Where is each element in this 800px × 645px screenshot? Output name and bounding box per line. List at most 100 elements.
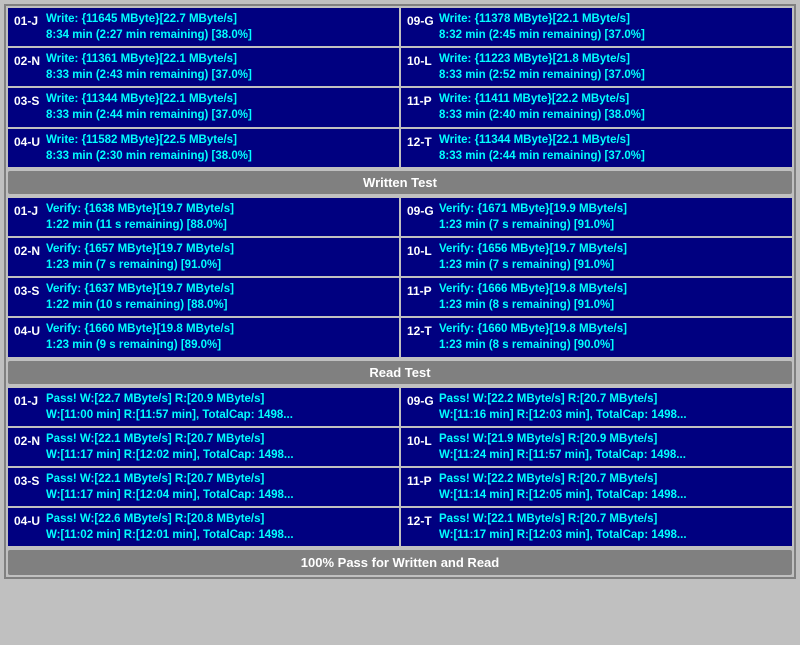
read-test-section: 01-J Pass! W:[22.7 MByte/s] R:[20.9 MByt… xyxy=(8,388,792,547)
read-content-09g: Pass! W:[22.2 MByte/s] R:[20.7 MByte/s] … xyxy=(439,391,786,423)
read-right-col-4: 12-T Pass! W:[22.1 MByte/s] R:[20.7 MByt… xyxy=(401,508,792,546)
verify-test-section: 01-J Verify: {1638 MByte}[19.7 MByte/s] … xyxy=(8,198,792,357)
written-test-header: Written Test xyxy=(8,171,792,194)
read-cell-03s: 03-S Pass! W:[22.1 MByte/s] R:[20.7 MByt… xyxy=(8,468,399,506)
read-cell-09g: 09-G Pass! W:[22.2 MByte/s] R:[20.7 MByt… xyxy=(401,388,792,426)
verify-content-09g: Verify: {1671 MByte}[19.9 MByte/s] 1:23 … xyxy=(439,201,786,233)
cell-content-01j: Write: {11645 MByte}[22.7 MByte/s] 8:34 … xyxy=(46,11,393,43)
write-left-col-2: 02-N Write: {11361 MByte}[22.1 MByte/s] … xyxy=(8,48,399,86)
verify-content-12t: Verify: {1660 MByte}[19.8 MByte/s] 1:23 … xyxy=(439,321,786,353)
read-content-03s: Pass! W:[22.1 MByte/s] R:[20.7 MByte/s] … xyxy=(46,471,393,503)
write-right-col-3: 11-P Write: {11411 MByte}[22.2 MByte/s] … xyxy=(401,88,792,126)
write-test-grid: 01-J Write: {11645 MByte}[22.7 MByte/s] … xyxy=(8,8,792,167)
write-left-col-4: 04-U Write: {11582 MByte}[22.5 MByte/s] … xyxy=(8,129,399,167)
read-id-09g: 09-G xyxy=(407,391,439,410)
cell-id-12t: 12-T xyxy=(407,132,439,151)
verify-cell-10l: 10-L Verify: {1656 MByte}[19.7 MByte/s] … xyxy=(401,238,792,276)
write-cell-02n: 02-N Write: {11361 MByte}[22.1 MByte/s] … xyxy=(8,48,399,86)
cell-content-03s: Write: {11344 MByte}[22.1 MByte/s] 8:33 … xyxy=(46,91,393,123)
verify-id-02n: 02-N xyxy=(14,241,46,260)
verify-cell-09g: 09-G Verify: {1671 MByte}[19.9 MByte/s] … xyxy=(401,198,792,236)
read-content-04u: Pass! W:[22.6 MByte/s] R:[20.8 MByte/s] … xyxy=(46,511,393,543)
read-left-col-1: 01-J Pass! W:[22.7 MByte/s] R:[20.9 MByt… xyxy=(8,388,399,426)
read-cell-01j: 01-J Pass! W:[22.7 MByte/s] R:[20.9 MByt… xyxy=(8,388,399,426)
verify-left-col-1: 01-J Verify: {1638 MByte}[19.7 MByte/s] … xyxy=(8,198,399,236)
write-right-col: 09-G Write: {11378 MByte}[22.1 MByte/s] … xyxy=(401,8,792,46)
read-id-01j: 01-J xyxy=(14,391,46,410)
verify-cell-01j: 01-J Verify: {1638 MByte}[19.7 MByte/s] … xyxy=(8,198,399,236)
verify-cell-11p: 11-P Verify: {1666 MByte}[19.8 MByte/s] … xyxy=(401,278,792,316)
cell-id-02n: 02-N xyxy=(14,51,46,70)
cell-content-11p: Write: {11411 MByte}[22.2 MByte/s] 8:33 … xyxy=(439,91,786,123)
outer-border: 01-J Write: {11645 MByte}[22.7 MByte/s] … xyxy=(4,4,796,579)
read-id-11p: 11-P xyxy=(407,471,439,490)
verify-right-col-4: 12-T Verify: {1660 MByte}[19.8 MByte/s] … xyxy=(401,318,792,356)
write-cell-01j: 01-J Write: {11645 MByte}[22.7 MByte/s] … xyxy=(8,8,399,46)
read-cell-11p: 11-P Pass! W:[22.2 MByte/s] R:[20.7 MByt… xyxy=(401,468,792,506)
read-left-col-2: 02-N Pass! W:[22.1 MByte/s] R:[20.7 MByt… xyxy=(8,428,399,466)
read-cell-10l: 10-L Pass! W:[21.9 MByte/s] R:[20.9 MByt… xyxy=(401,428,792,466)
verify-content-10l: Verify: {1656 MByte}[19.7 MByte/s] 1:23 … xyxy=(439,241,786,273)
verify-id-03s: 03-S xyxy=(14,281,46,300)
write-cell-12t: 12-T Write: {11344 MByte}[22.1 MByte/s] … xyxy=(401,129,792,167)
verify-content-04u: Verify: {1660 MByte}[19.8 MByte/s] 1:23 … xyxy=(46,321,393,353)
footer-bar: 100% Pass for Written and Read xyxy=(8,550,792,575)
read-content-10l: Pass! W:[21.9 MByte/s] R:[20.9 MByte/s] … xyxy=(439,431,786,463)
verify-id-11p: 11-P xyxy=(407,281,439,300)
verify-cell-04u: 04-U Verify: {1660 MByte}[19.8 MByte/s] … xyxy=(8,318,399,356)
verify-cell-12t: 12-T Verify: {1660 MByte}[19.8 MByte/s] … xyxy=(401,318,792,356)
read-right-col-3: 11-P Pass! W:[22.2 MByte/s] R:[20.7 MByt… xyxy=(401,468,792,506)
read-id-12t: 12-T xyxy=(407,511,439,530)
verify-right-col-3: 11-P Verify: {1666 MByte}[19.8 MByte/s] … xyxy=(401,278,792,316)
read-right-col-1: 09-G Pass! W:[22.2 MByte/s] R:[20.7 MByt… xyxy=(401,388,792,426)
read-cell-02n: 02-N Pass! W:[22.1 MByte/s] R:[20.7 MByt… xyxy=(8,428,399,466)
verify-id-01j: 01-J xyxy=(14,201,46,220)
cell-content-12t: Write: {11344 MByte}[22.1 MByte/s] 8:33 … xyxy=(439,132,786,164)
verify-content-11p: Verify: {1666 MByte}[19.8 MByte/s] 1:23 … xyxy=(439,281,786,313)
verify-cell-03s: 03-S Verify: {1637 MByte}[19.7 MByte/s] … xyxy=(8,278,399,316)
verify-id-10l: 10-L xyxy=(407,241,439,260)
read-cell-12t: 12-T Pass! W:[22.1 MByte/s] R:[20.7 MByt… xyxy=(401,508,792,546)
verify-cell-02n: 02-N Verify: {1657 MByte}[19.7 MByte/s] … xyxy=(8,238,399,276)
read-content-12t: Pass! W:[22.1 MByte/s] R:[20.7 MByte/s] … xyxy=(439,511,786,543)
read-content-01j: Pass! W:[22.7 MByte/s] R:[20.9 MByte/s] … xyxy=(46,391,393,423)
read-id-10l: 10-L xyxy=(407,431,439,450)
verify-right-col-1: 09-G Verify: {1671 MByte}[19.9 MByte/s] … xyxy=(401,198,792,236)
verify-left-col-4: 04-U Verify: {1660 MByte}[19.8 MByte/s] … xyxy=(8,318,399,356)
write-right-col-4: 12-T Write: {11344 MByte}[22.1 MByte/s] … xyxy=(401,129,792,167)
write-cell-09g: 09-G Write: {11378 MByte}[22.1 MByte/s] … xyxy=(401,8,792,46)
verify-left-col-3: 03-S Verify: {1637 MByte}[19.7 MByte/s] … xyxy=(8,278,399,316)
read-test-grid: 01-J Pass! W:[22.7 MByte/s] R:[20.9 MByt… xyxy=(8,388,792,547)
verify-content-03s: Verify: {1637 MByte}[19.7 MByte/s] 1:22 … xyxy=(46,281,393,313)
verify-id-09g: 09-G xyxy=(407,201,439,220)
verify-test-grid: 01-J Verify: {1638 MByte}[19.7 MByte/s] … xyxy=(8,198,792,357)
read-cell-04u: 04-U Pass! W:[22.6 MByte/s] R:[20.8 MByt… xyxy=(8,508,399,546)
cell-id-10l: 10-L xyxy=(407,51,439,70)
cell-id-04u: 04-U xyxy=(14,132,46,151)
read-id-03s: 03-S xyxy=(14,471,46,490)
cell-content-10l: Write: {11223 MByte}[21.8 MByte/s] 8:33 … xyxy=(439,51,786,83)
read-left-col-3: 03-S Pass! W:[22.1 MByte/s] R:[20.7 MByt… xyxy=(8,468,399,506)
write-cell-10l: 10-L Write: {11223 MByte}[21.8 MByte/s] … xyxy=(401,48,792,86)
read-id-02n: 02-N xyxy=(14,431,46,450)
main-container: 01-J Write: {11645 MByte}[22.7 MByte/s] … xyxy=(0,0,800,583)
verify-id-12t: 12-T xyxy=(407,321,439,340)
verify-id-04u: 04-U xyxy=(14,321,46,340)
read-test-header: Read Test xyxy=(8,361,792,384)
write-left-col: 01-J Write: {11645 MByte}[22.7 MByte/s] … xyxy=(8,8,399,46)
write-cell-04u: 04-U Write: {11582 MByte}[22.5 MByte/s] … xyxy=(8,129,399,167)
write-right-col-2: 10-L Write: {11223 MByte}[21.8 MByte/s] … xyxy=(401,48,792,86)
cell-id-11p: 11-P xyxy=(407,91,439,110)
read-content-02n: Pass! W:[22.1 MByte/s] R:[20.7 MByte/s] … xyxy=(46,431,393,463)
write-cell-03s: 03-S Write: {11344 MByte}[22.1 MByte/s] … xyxy=(8,88,399,126)
cell-id-03s: 03-S xyxy=(14,91,46,110)
cell-id-09g: 09-G xyxy=(407,11,439,30)
verify-right-col-2: 10-L Verify: {1656 MByte}[19.7 MByte/s] … xyxy=(401,238,792,276)
read-content-11p: Pass! W:[22.2 MByte/s] R:[20.7 MByte/s] … xyxy=(439,471,786,503)
verify-left-col-2: 02-N Verify: {1657 MByte}[19.7 MByte/s] … xyxy=(8,238,399,276)
cell-content-04u: Write: {11582 MByte}[22.5 MByte/s] 8:33 … xyxy=(46,132,393,164)
verify-content-01j: Verify: {1638 MByte}[19.7 MByte/s] 1:22 … xyxy=(46,201,393,233)
write-test-section: 01-J Write: {11645 MByte}[22.7 MByte/s] … xyxy=(8,8,792,167)
verify-content-02n: Verify: {1657 MByte}[19.7 MByte/s] 1:23 … xyxy=(46,241,393,273)
cell-id-01j: 01-J xyxy=(14,11,46,30)
